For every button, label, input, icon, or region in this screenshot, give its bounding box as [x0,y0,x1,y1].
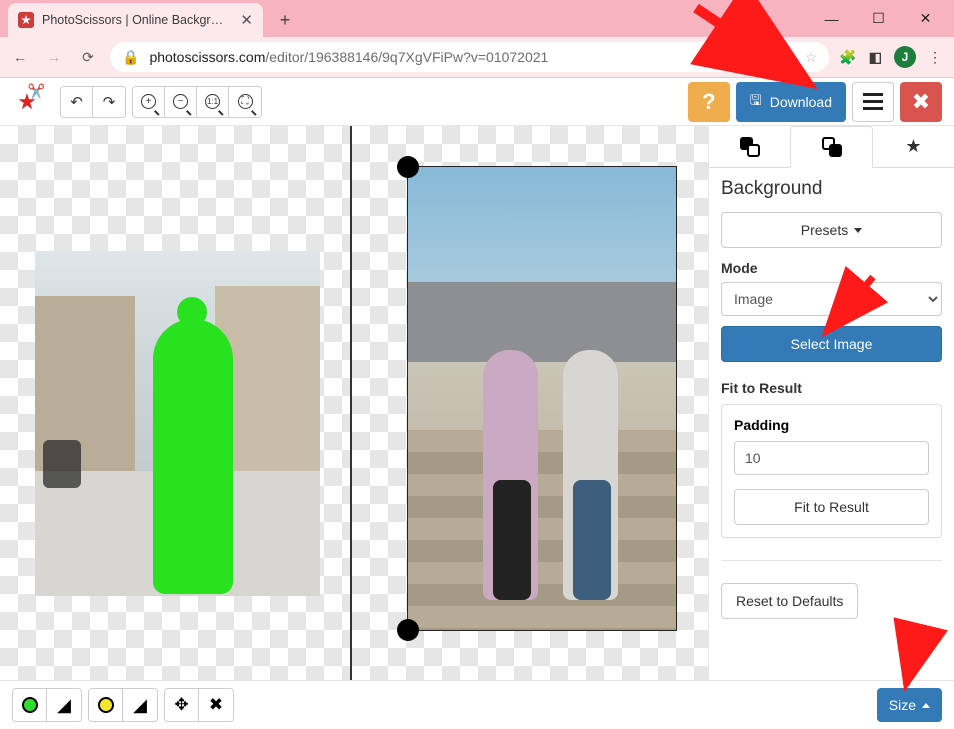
fit-fieldset: Padding Fit to Result [721,404,942,538]
erase-background-button[interactable]: ◢ [123,689,157,721]
tab-shadow[interactable]: ★ [873,126,954,167]
extensions-icon[interactable]: 🧩 [839,49,856,66]
size-label: Size [889,697,916,713]
caret-down-icon [854,228,862,233]
clear-marks-button[interactable]: ✖ [199,689,233,721]
resize-handle-bottom-left[interactable] [397,619,419,641]
star-icon: ★ [905,136,921,157]
presets-label: Presets [801,222,848,238]
side-panel-tabs: ★ [709,126,954,168]
padding-input[interactable] [734,441,929,475]
lock-icon: 🔒 [122,49,139,66]
window-titlebar: PhotoScissors | Online Backgr… ✕ + ˅ — ☐… [0,0,954,37]
window-close-button[interactable]: ✕ [903,5,948,33]
browser-address-bar: ← → ⟳ 🔒 photoscissors.com/editor/1963881… [0,37,954,78]
url-path: /editor/196388146/9q7XgVFiPw?v=01072021 [265,49,548,65]
side-panel: ★ Background Presets Mode Image Select I… [708,126,954,680]
mark-background-button[interactable] [89,689,123,721]
caret-up-icon [922,703,930,708]
mode-select[interactable]: Image [721,282,942,316]
zoom-out-button[interactable]: − [165,87,197,117]
app-toolbar: ★✂️ ↶ ↷ + − 1:1 ⛶ ? 🖫 Download ✖ [0,78,954,126]
tab-search-icon[interactable]: ˅ [742,5,787,33]
mode-label: Mode [721,260,942,276]
workspace: ★ Background Presets Mode Image Select I… [0,126,954,680]
original-image [35,251,320,596]
background-icon [822,137,842,157]
app-menu-button[interactable] [852,82,894,122]
separator [721,560,942,561]
close-tab-icon[interactable]: ✕ [240,13,253,28]
redo-button[interactable]: ↷ [93,87,125,117]
zoom-fit-button[interactable]: ⛶ [229,87,261,117]
reset-defaults-button[interactable]: Reset to Defaults [721,583,858,619]
zoom-actual-button[interactable]: 1:1 [197,87,229,117]
nav-back-button[interactable]: ← [8,49,32,65]
new-tab-button[interactable]: + [271,6,299,34]
erase-foreground-button[interactable]: ◢ [47,689,81,721]
nav-reload-button[interactable]: ⟳ [76,49,100,66]
tab-foreground[interactable] [709,126,790,167]
foreground-icon [740,137,760,157]
help-button[interactable]: ? [688,82,730,122]
green-dot-icon [22,697,38,713]
select-image-button[interactable]: Select Image [721,326,942,362]
window-minimize-button[interactable]: — [809,5,854,33]
undo-redo-group: ↶ ↷ [60,86,126,118]
url-input[interactable]: 🔒 photoscissors.com/editor/196388146/9q7… [110,42,829,72]
url-domain: photoscissors.com [149,49,265,65]
canvas-original-pane[interactable] [0,126,352,680]
browser-tab[interactable]: PhotoScissors | Online Backgr… ✕ [8,3,263,37]
panel-title: Background [721,178,942,200]
tab-title: PhotoScissors | Online Backgr… [42,13,232,27]
download-label: Download [770,94,832,110]
brush-size-button[interactable]: Size [877,688,942,722]
app-logo[interactable]: ★✂️ [12,87,42,117]
zoom-group: + − 1:1 ⛶ [132,86,262,118]
bottom-toolbar: ◢ ◢ ✥ ✖ Size [0,680,954,729]
app-close-button[interactable]: ✖ [900,82,942,122]
download-button[interactable]: 🖫 Download [736,82,846,122]
browser-menu-icon[interactable]: ⋮ [928,49,942,66]
presets-dropdown[interactable]: Presets [721,212,942,248]
padding-label: Padding [734,417,929,433]
window-maximize-button[interactable]: ☐ [856,5,901,33]
bookmark-star-icon[interactable]: ☆ [805,49,818,66]
result-image[interactable] [407,166,677,631]
undo-button[interactable]: ↶ [61,87,93,117]
mark-foreground-button[interactable] [13,689,47,721]
favicon-icon [18,12,34,28]
save-icon: 🖫 [750,90,762,114]
fit-section-label: Fit to Result [721,380,942,396]
canvas-result-pane[interactable] [352,126,708,680]
move-tool-button[interactable]: ✥ [165,689,199,721]
fit-to-result-button[interactable]: Fit to Result [734,489,929,525]
zoom-in-button[interactable]: + [133,87,165,117]
nav-forward-button[interactable]: → [42,49,66,65]
resize-handle-top-left[interactable] [397,156,419,178]
hamburger-icon [863,93,883,110]
foreground-mask [153,319,233,594]
profile-avatar[interactable]: J [894,46,916,68]
tab-background[interactable] [790,126,873,168]
window-panel-icon[interactable]: ◧ [869,49,882,66]
yellow-dot-icon [98,697,114,713]
